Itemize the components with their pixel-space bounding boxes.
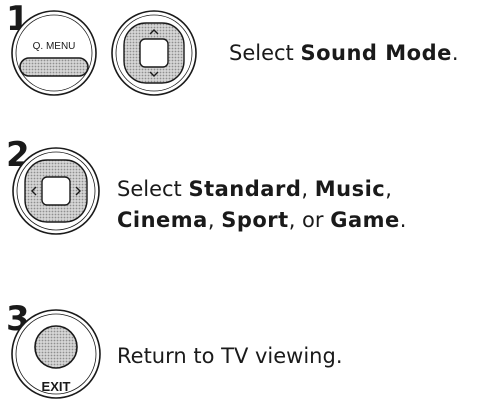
sound-option-game: Game: [330, 208, 400, 232]
sound-option-cinema: Cinema: [117, 208, 208, 232]
exit-label: EXIT: [42, 379, 71, 394]
separator: ,: [207, 208, 222, 232]
exit-button-icon[interactable]: EXIT: [8, 306, 104, 402]
nav-dpad-icon[interactable]: [6, 144, 106, 238]
separator: ,: [301, 177, 315, 201]
sound-option-standard: Standard: [188, 177, 302, 201]
q-menu-label: Q. MENU: [33, 41, 76, 52]
step-1-instruction: Select Sound Mode.: [229, 38, 459, 69]
step-3-instruction: Return to TV viewing.: [117, 344, 343, 368]
separator: ,: [385, 177, 392, 201]
step-1-text-prefix: Select: [229, 41, 301, 65]
step-2-text-suffix: .: [399, 208, 407, 232]
nav-dpad-up-down-icon[interactable]: [108, 8, 200, 98]
sound-option-music: Music: [314, 177, 386, 201]
step-2-instruction: Select Standard, Music, Cinema, Sport, or…: [117, 174, 457, 236]
step-1-text-suffix: .: [451, 41, 459, 65]
menu-item-sound-mode: Sound Mode: [300, 41, 452, 65]
q-menu-button-icon[interactable]: Q. MENU: [4, 8, 104, 98]
sound-option-sport: Sport: [221, 208, 289, 232]
separator: , or: [288, 208, 331, 232]
step-2-text-prefix: Select: [117, 177, 189, 201]
